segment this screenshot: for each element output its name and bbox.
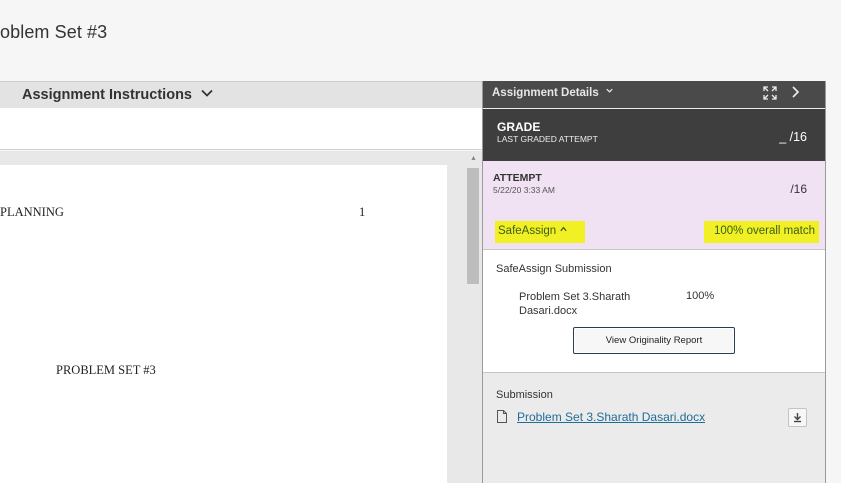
overall-match: 100% overall match (704, 221, 819, 243)
chevron-right-icon[interactable] (791, 84, 801, 105)
file-icon (497, 410, 507, 423)
document-preview: PLANNING 1 PROBLEM SET #3 (0, 151, 482, 483)
document-scroll-thumb[interactable] (467, 168, 479, 284)
submission-section: Submission Problem Set 3.Sharath Dasari.… (483, 374, 825, 483)
safeassign-submission-title: SafeAssign Submission (496, 263, 612, 275)
expand-icon[interactable] (763, 86, 777, 103)
assignment-details-header[interactable]: Assignment Details (483, 81, 825, 108)
submission-file-link[interactable]: Problem Set 3.Sharath Dasari.docx (517, 410, 705, 424)
assignment-instructions-label: Assignment Instructions (22, 87, 192, 103)
assignment-details-panel: Assignment Details GRADE LAST GRADED ATT… (482, 81, 826, 483)
assignment-instructions-header[interactable]: Assignment Instructions (0, 81, 482, 108)
overall-match-text: 100% overall match (714, 225, 815, 237)
grade-section: GRADE LAST GRADED ATTEMPT _ /16 (483, 109, 825, 161)
safeassign-toggle-label: SafeAssign (498, 225, 557, 237)
document-running-head: PLANNING (0, 205, 64, 219)
submission-title: Submission (496, 389, 553, 401)
grade-sublabel: LAST GRADED ATTEMPT (497, 134, 598, 144)
safeassign-submission-box: SafeAssign Submission Problem Set 3.Shar… (483, 249, 825, 373)
document-title: PROBLEM SET #3 (56, 363, 156, 377)
scroll-up-arrow-icon[interactable]: ▲ (470, 155, 477, 162)
chevron-up-icon (560, 226, 568, 232)
grade-label: GRADE (497, 120, 541, 134)
chevron-down-icon (606, 88, 613, 93)
document-page-number: 1 (359, 205, 366, 219)
attempt-section: ATTEMPT 5/22/20 3:33 AM /16 SafeAssign 1… (483, 161, 825, 249)
safeassign-toggle[interactable]: SafeAssign (495, 221, 585, 243)
chevron-down-icon[interactable] (200, 86, 214, 103)
document-page: PLANNING 1 PROBLEM SET #3 (0, 165, 447, 483)
download-icon[interactable] (788, 408, 807, 427)
page-title: oblem Set #3 (0, 22, 108, 42)
grade-score[interactable]: _ /16 (779, 130, 807, 144)
attempt-label: ATTEMPT (493, 172, 542, 184)
view-originality-report-button[interactable]: View Originality Report (573, 327, 735, 354)
attempt-date: 5/22/20 3:33 AM (493, 185, 555, 195)
safeassign-file-name: Problem Set 3.Sharath Dasari.docx (519, 291, 631, 317)
attempt-score: /16 (790, 182, 807, 196)
instructions-content (0, 108, 482, 150)
assignment-details-title[interactable]: Assignment Details (492, 86, 614, 99)
safeassign-file-percent: 100% (686, 290, 715, 302)
